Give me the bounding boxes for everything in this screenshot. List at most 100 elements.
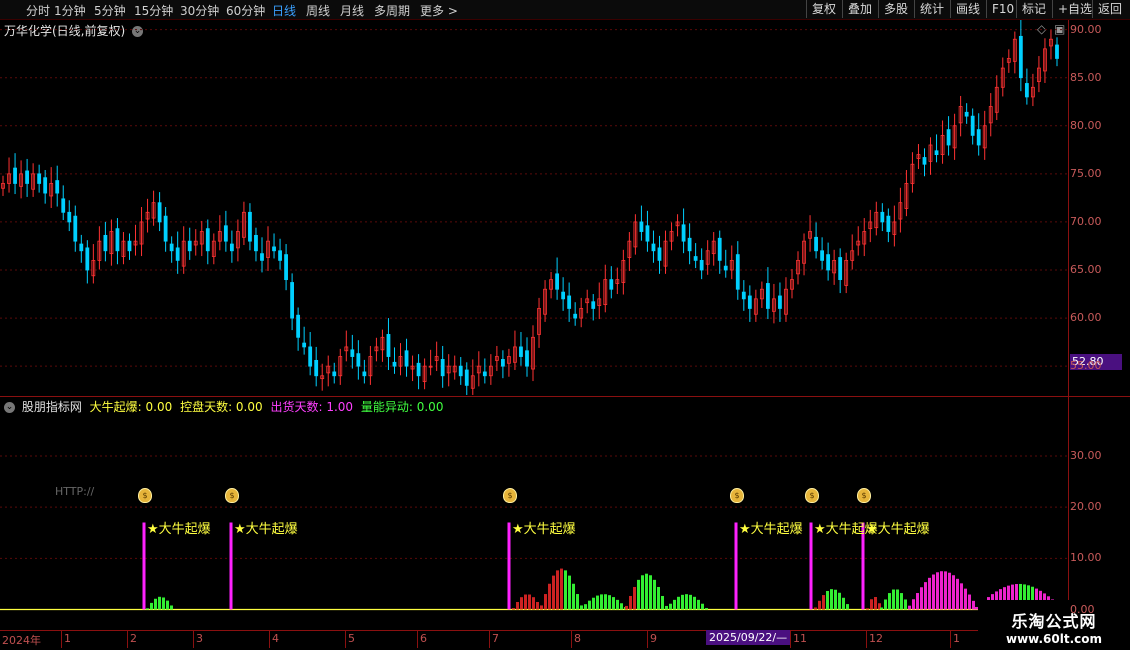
candle-body	[778, 295, 782, 309]
candle-body	[308, 346, 313, 367]
candle-body	[1024, 83, 1029, 98]
volume-bar	[880, 607, 883, 610]
volume-bar	[822, 595, 825, 610]
candle-body	[13, 167, 17, 184]
money-bag-icon: $	[225, 488, 239, 503]
candle-body	[814, 236, 818, 252]
volume-bar	[524, 594, 527, 610]
indicator-value-1: 控盘天数: 0.00	[176, 400, 263, 414]
volume-bar	[940, 571, 943, 610]
volume-bar	[896, 589, 899, 610]
indicator-value-2: 出货天数: 1.00	[266, 400, 354, 414]
candle-body	[362, 371, 367, 377]
period-tab-1[interactable]: 1分钟	[54, 2, 86, 19]
volume-bar	[834, 589, 837, 610]
candle-body	[223, 225, 228, 242]
volume-bar	[826, 590, 829, 610]
volume-bar	[960, 583, 963, 610]
candle-body	[73, 215, 78, 242]
toolbar-button-2[interactable]: 多股	[878, 0, 913, 18]
price-tick: 80.00	[1070, 118, 1102, 132]
volume-bar	[520, 597, 523, 610]
volume-bar	[556, 570, 559, 610]
toolbar-button-7[interactable]: +自选	[1052, 0, 1097, 18]
candle-body	[723, 265, 728, 271]
toolbar-button-1[interactable]: 叠加	[842, 0, 877, 18]
indicator-tick: 0.00	[1070, 602, 1095, 616]
volume-bar	[612, 597, 615, 610]
price-tick: 65.00	[1070, 263, 1102, 276]
volume-bar	[944, 571, 947, 610]
candle-body	[946, 129, 951, 146]
toolbar-button-8[interactable]: 返回	[1092, 0, 1127, 18]
period-tab-9[interactable]: 多周期	[374, 2, 410, 19]
volume-bar	[596, 595, 599, 610]
volume-bar	[146, 608, 149, 610]
volume-bar	[924, 582, 927, 610]
period-tab-3[interactable]: 15分钟	[134, 2, 173, 19]
watermark: 乐淘公式网 www.60lt.com	[978, 600, 1130, 650]
indicator-header: ⌄ 股朋指标网 大牛起爆: 0.00 控盘天数: 0.00 出货天数: 1.00…	[4, 398, 443, 415]
period-tab-10[interactable]: 更多 >	[420, 2, 458, 19]
price-tick: 75.00	[1070, 166, 1102, 180]
price-chart[interactable]	[0, 20, 1068, 395]
volume-bar	[150, 602, 153, 610]
volume-bar	[912, 599, 915, 610]
volume-bar	[846, 604, 849, 610]
toolbar-button-0[interactable]: 复权	[806, 0, 841, 18]
volume-bar	[552, 575, 555, 610]
date-tick	[417, 630, 418, 648]
volume-bar	[657, 586, 660, 610]
candle-body	[127, 240, 132, 252]
indicator-name[interactable]: 股朋指标网	[22, 400, 82, 414]
volume-bar	[900, 593, 903, 610]
toolbar-button-3[interactable]: 统计	[914, 0, 949, 18]
volume-bar	[689, 594, 692, 610]
candle-body	[482, 371, 487, 377]
candle-body	[525, 350, 529, 367]
toolbar-button-6[interactable]: 标记	[1016, 0, 1051, 18]
volume-bar	[629, 595, 632, 610]
chevron-down-icon[interactable]: ⌄	[4, 402, 15, 413]
volume-bar	[512, 607, 515, 610]
toolbar-button-5[interactable]: F10	[986, 0, 1019, 18]
date-tick	[790, 630, 791, 648]
volume-bar	[814, 607, 817, 610]
volume-bar	[564, 570, 567, 610]
candle-body	[970, 115, 975, 136]
candle-body	[838, 257, 843, 281]
period-tab-7[interactable]: 周线	[306, 2, 330, 19]
period-tab-6[interactable]: 日线	[272, 2, 296, 19]
candle-body	[964, 111, 969, 117]
period-tab-8[interactable]: 月线	[340, 2, 364, 19]
volume-bar	[170, 605, 173, 610]
volume-bar	[572, 583, 575, 610]
toolbar-button-4[interactable]: 画线	[950, 0, 985, 18]
candle-body	[561, 291, 566, 300]
period-tab-4[interactable]: 30分钟	[180, 2, 219, 19]
period-tab-2[interactable]: 5分钟	[94, 2, 126, 19]
date-tick	[571, 630, 572, 648]
volume-bar	[580, 607, 583, 610]
candle-body	[687, 237, 692, 252]
date-label: 5	[348, 632, 355, 645]
date-divider	[0, 630, 1068, 631]
price-tick: 55.00	[1070, 359, 1102, 373]
indicator-tick: 30.00	[1070, 448, 1102, 462]
candle-body	[55, 180, 60, 194]
candle-body	[67, 211, 72, 223]
period-tab-5[interactable]: 60分钟	[226, 2, 265, 19]
candle-body	[747, 295, 752, 309]
volume-bar	[592, 597, 595, 610]
volume-bar	[625, 605, 628, 610]
volume-bar	[870, 599, 873, 610]
candle-body	[765, 283, 770, 309]
candle-body	[290, 282, 295, 319]
candle-body	[157, 202, 162, 223]
volume-bar	[685, 594, 688, 610]
candle-body	[826, 254, 831, 271]
money-bag-icon: $	[503, 488, 517, 503]
period-tab-0[interactable]: 分时	[26, 2, 50, 19]
cursor-date: 2025/09/22/—	[706, 630, 791, 645]
money-bag-icon: $	[138, 488, 152, 503]
